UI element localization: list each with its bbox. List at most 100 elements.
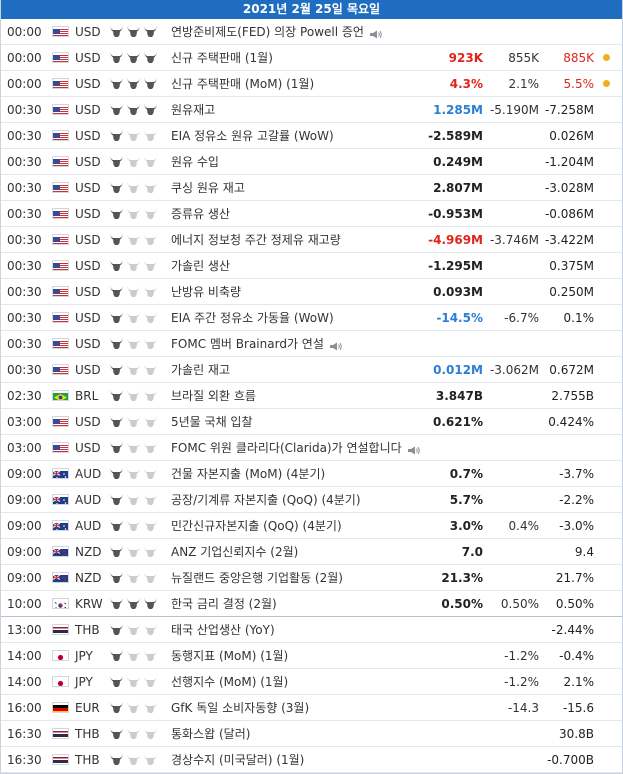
- bull-icon: [143, 415, 158, 428]
- event-name-link[interactable]: EIA 주간 정유소 가동율 (WoW): [171, 309, 334, 326]
- event-time: 00:00: [7, 76, 42, 91]
- bull-icon: [143, 571, 158, 584]
- bull-icon: [126, 415, 141, 428]
- event-row[interactable]: 00:30 USD 가솔린 생산 -1.295M 0.375M: [1, 253, 622, 279]
- event-name-link[interactable]: 한국 금리 결정 (2월): [171, 595, 277, 612]
- event-name-link[interactable]: 민간신규자본지출 (QoQ) (4분기): [171, 517, 342, 534]
- bull-icon: [126, 623, 141, 636]
- forecast-value: -3.062M: [489, 362, 539, 377]
- us-flag-icon: [52, 312, 69, 323]
- previous-value: -0.4%: [559, 648, 594, 663]
- th-flag-icon: [52, 728, 69, 739]
- event-row[interactable]: 14:00 JPY 동행지표 (MoM) (1월) -1.2% -0.4%: [1, 643, 622, 669]
- event-name-link[interactable]: 에너지 정보청 주간 정제유 재고량: [171, 231, 341, 248]
- event-name-link[interactable]: 신규 주택판매 (1월): [171, 49, 273, 66]
- event-row[interactable]: 00:30 USD 증류유 생산 -0.953M -0.086M: [1, 201, 622, 227]
- event-row[interactable]: 09:00 AUD 공장/기계류 자본지출 (QoQ) (4분기) 5.7% -2.2%: [1, 487, 622, 513]
- event-name-link[interactable]: 신규 주택판매 (MoM) (1월): [171, 75, 314, 92]
- event-row[interactable]: 00:30 USD 원유 수입 0.249M -1.204M: [1, 149, 622, 175]
- event-name-link[interactable]: 5년물 국채 입찰: [171, 413, 253, 430]
- event-time: 16:00: [7, 700, 42, 715]
- forecast-value: -1.2%: [504, 674, 539, 689]
- event-row[interactable]: 16:00 EUR GfK 독일 소비자동향 (3월) -14.3 -15.6: [1, 695, 622, 721]
- event-name-link[interactable]: 공장/기계류 자본지출 (QoQ) (4분기): [171, 491, 361, 508]
- bull-icon: [143, 259, 158, 272]
- event-name-link[interactable]: 원유 수입: [171, 153, 219, 170]
- event-row[interactable]: 09:00 NZD ANZ 기업신뢰지수 (2월) 7.0 9.4: [1, 539, 622, 565]
- event-name-link[interactable]: EIA 정유소 원유 고갈률 (WoW): [171, 127, 334, 144]
- us-flag-icon: [52, 78, 69, 89]
- event-name-link[interactable]: 난방유 비축량: [171, 283, 241, 300]
- event-row[interactable]: 00:00 USD 연방준비제도(FED) 의장 Powell 증언: [1, 19, 622, 45]
- importance-rating: [109, 675, 169, 688]
- actual-value: -2.589M: [428, 128, 483, 143]
- event-name-link[interactable]: ANZ 기업신뢰지수 (2월): [171, 543, 298, 560]
- event-row[interactable]: 09:00 NZD 뉴질랜드 중앙은행 기업활동 (2월) 21.3% 21.7%: [1, 565, 622, 591]
- event-time: 16:30: [7, 752, 42, 767]
- actual-value: 2.807M: [433, 180, 483, 195]
- event-row[interactable]: 00:00 USD 신규 주택판매 (1월) 923K 855K 885K: [1, 45, 622, 71]
- event-name-link[interactable]: GfK 독일 소비자동향 (3월): [171, 699, 309, 716]
- previous-value: -0.086M: [544, 206, 594, 221]
- bull-icon: [126, 129, 141, 142]
- bull-icon: [109, 519, 124, 532]
- event-name-link[interactable]: 뉴질랜드 중앙은행 기업활동 (2월): [171, 569, 343, 586]
- event-name-link[interactable]: 통화스왑 (달러): [171, 725, 250, 742]
- event-row[interactable]: 16:30 THB 경상수지 (미국달러) (1월) -0.700B: [1, 747, 622, 773]
- event-row[interactable]: 00:30 USD 에너지 정보청 주간 정제유 재고량 -4.969M -3.746M…: [1, 227, 622, 253]
- bull-icon: [109, 207, 124, 220]
- us-flag-icon: [52, 442, 69, 453]
- event-row[interactable]: 00:30 USD 쿠싱 원유 재고 2.807M -3.028M: [1, 175, 622, 201]
- event-name-link[interactable]: 동행지표 (MoM) (1월): [171, 647, 288, 664]
- event-name: EIA 정유소 원유 고갈률 (WoW): [171, 129, 334, 143]
- event-row[interactable]: 00:30 USD EIA 정유소 원유 고갈률 (WoW) -2.589M 0.026…: [1, 123, 622, 149]
- event-name-link[interactable]: 가솔린 생산: [171, 257, 230, 274]
- event-name-link[interactable]: 브라질 외환 흐름: [171, 387, 256, 404]
- event-row[interactable]: 13:00 THB 태국 산업생산 (YoY) -2.44%: [1, 617, 622, 643]
- event-row[interactable]: 00:30 USD FOMC 멤버 Brainard가 연설: [1, 331, 622, 357]
- bull-icon: [143, 77, 158, 90]
- event-row[interactable]: 10:00 KRW 한국 금리 결정 (2월) 0.50% 0.50% 0.50%: [1, 591, 622, 617]
- event-row[interactable]: 16:30 THB 통화스왑 (달러) 30.8B: [1, 721, 622, 747]
- forecast-value: -1.2%: [504, 648, 539, 663]
- event-row[interactable]: 00:30 USD 가솔린 재고 0.012M -3.062M 0.672M: [1, 357, 622, 383]
- event-name-link[interactable]: FOMC 멤버 Brainard가 연설: [171, 335, 343, 352]
- event-row[interactable]: 09:00 AUD 건물 자본지출 (MoM) (4분기) 0.7% -3.7%: [1, 461, 622, 487]
- event-row[interactable]: 09:00 AUD 민간신규자본지출 (QoQ) (4분기) 3.0% 0.4% -3.0…: [1, 513, 622, 539]
- bull-icon: [109, 753, 124, 766]
- importance-rating: [109, 25, 169, 38]
- event-name-link[interactable]: 태국 산업생산 (YoY): [171, 621, 275, 638]
- us-flag-icon: [52, 156, 69, 167]
- event-row[interactable]: 14:00 JPY 선행지수 (MoM) (1월) -1.2% 2.1%: [1, 669, 622, 695]
- event-row[interactable]: 00:30 USD 난방유 비축량 0.093M 0.250M: [1, 279, 622, 305]
- bull-icon: [143, 285, 158, 298]
- importance-rating: [109, 77, 169, 90]
- bull-icon: [143, 337, 158, 350]
- bull-icon: [126, 675, 141, 688]
- event-name-link[interactable]: 원유재고: [171, 101, 215, 118]
- event-row[interactable]: 00:30 USD EIA 주간 정유소 가동율 (WoW) -14.5% -6.7% 0…: [1, 305, 622, 331]
- bull-icon: [126, 597, 141, 610]
- currency-code: USD: [75, 232, 101, 247]
- event-name-link[interactable]: FOMC 위원 클라리다(Clarida)가 연설합니다: [171, 439, 421, 456]
- event-name-link[interactable]: 가솔린 재고: [171, 361, 230, 378]
- event-row[interactable]: 03:00 USD 5년물 국채 입찰 0.621% 0.424%: [1, 409, 622, 435]
- event-name-link[interactable]: 연방준비제도(FED) 의장 Powell 증언: [171, 23, 383, 40]
- importance-rating: [109, 337, 169, 350]
- event-time: 09:00: [7, 518, 42, 533]
- event-name-link[interactable]: 증류유 생산: [171, 205, 230, 222]
- event-name-link[interactable]: 선행지수 (MoM) (1월): [171, 673, 288, 690]
- event-row[interactable]: 00:00 USD 신규 주택판매 (MoM) (1월) 4.3% 2.1% 5.5%: [1, 71, 622, 97]
- currency-code: USD: [75, 76, 101, 91]
- previous-value: 0.026M: [549, 128, 594, 143]
- event-row[interactable]: 02:30 BRL 브라질 외환 흐름 3.847B 2.755B: [1, 383, 622, 409]
- event-name-link[interactable]: 경상수지 (미국달러) (1월): [171, 751, 304, 768]
- de-flag-icon: [52, 702, 69, 713]
- event-time: 00:30: [7, 102, 42, 117]
- event-name-link[interactable]: 쿠싱 원유 재고: [171, 179, 245, 196]
- actual-value: -4.969M: [428, 232, 483, 247]
- event-name-link[interactable]: 건물 자본지출 (MoM) (4분기): [171, 465, 325, 482]
- event-row[interactable]: 00:30 USD 원유재고 1.285M -5.190M -7.258M: [1, 97, 622, 123]
- event-row[interactable]: 03:00 USD FOMC 위원 클라리다(Clarida)가 연설합니다: [1, 435, 622, 461]
- event-name: FOMC 위원 클라리다(Clarida)가 연설합니다: [171, 441, 402, 455]
